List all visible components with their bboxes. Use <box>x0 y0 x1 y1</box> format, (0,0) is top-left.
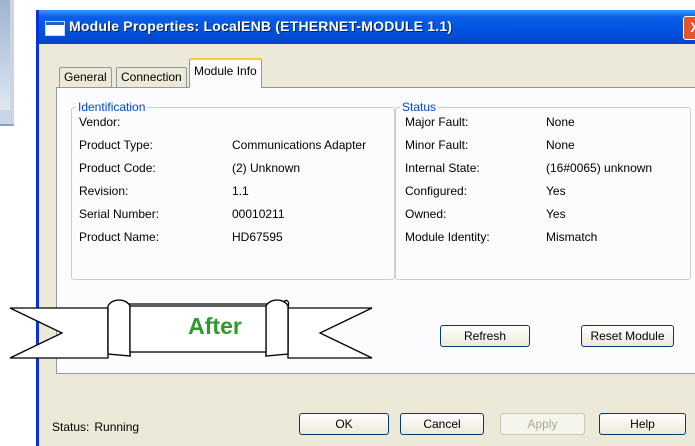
owned-value: Yes <box>546 207 566 221</box>
reset-module-button[interactable]: Reset Module <box>581 325 674 347</box>
cancel-button[interactable]: Cancel <box>400 413 484 435</box>
ok-button[interactable]: OK <box>299 413 389 435</box>
owned-label: Owned: <box>405 207 447 221</box>
internal-state-value: (16#0065) unknown <box>546 161 653 175</box>
apply-button[interactable]: Apply <box>500 413 585 435</box>
ribbon-right-tail <box>287 307 373 359</box>
tab-module-info[interactable]: Module Info <box>189 58 262 88</box>
major-fault-value: None <box>546 115 575 129</box>
major-fault-label: Major Fault: <box>405 115 469 129</box>
minor-fault-label: Minor Fault: <box>405 138 469 152</box>
status-bar: Status: Running <box>52 420 139 434</box>
internal-state-label: Internal State: <box>405 161 480 175</box>
ribbon-left-tail <box>9 307 109 359</box>
close-button[interactable]: X <box>683 16 695 40</box>
configured-value: Yes <box>546 184 566 198</box>
minor-fault-value: None <box>546 138 575 152</box>
ribbon-left-curl <box>107 299 131 357</box>
status-legend: Status <box>402 100 437 114</box>
configured-label: Configured: <box>405 184 468 198</box>
module-identity-label: Module Identity: <box>405 230 490 244</box>
status-value: Running <box>94 420 140 434</box>
help-button[interactable]: Help <box>599 413 686 435</box>
status-label: Status: <box>52 420 90 434</box>
banner-label: After <box>188 313 242 339</box>
module-identity-value: Mismatch <box>546 230 598 244</box>
refresh-button[interactable]: Refresh <box>440 325 530 347</box>
